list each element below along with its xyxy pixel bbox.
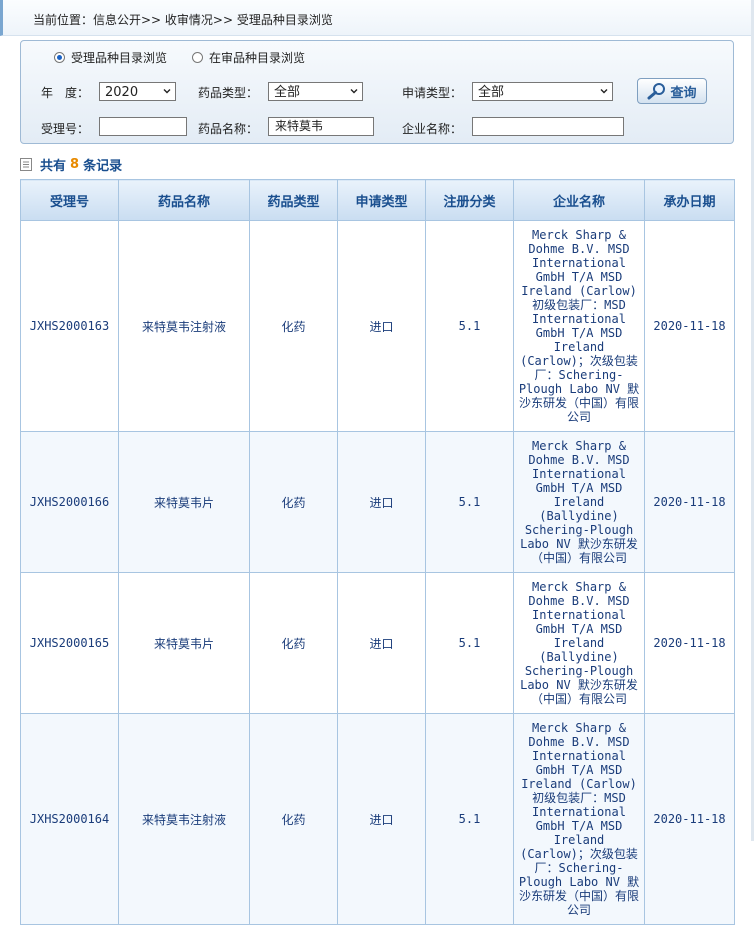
radio-accepted-catalog[interactable]: 受理品种目录浏览 bbox=[54, 49, 167, 66]
radio-selected-icon[interactable] bbox=[54, 52, 65, 63]
drug-name-input[interactable]: 来特莫韦 bbox=[268, 117, 374, 136]
table-row[interactable]: JXHS2000166 来特莫韦片 化药 进口 5.1 Merck Sharp … bbox=[20, 431, 735, 573]
drug-type-label: 药品类型： bbox=[198, 86, 259, 100]
year-select[interactable]: 2020 bbox=[99, 82, 176, 101]
drug-name-input-value: 来特莫韦 bbox=[275, 119, 324, 133]
cell-reg-class: 5.1 bbox=[425, 713, 514, 925]
cell-accept-no[interactable]: JXHS2000165 bbox=[20, 572, 119, 714]
cell-apply-type: 进口 bbox=[337, 572, 426, 714]
cell-apply-type: 进口 bbox=[337, 713, 426, 925]
cell-apply-type: 进口 bbox=[337, 431, 426, 573]
radio-reviewing-catalog[interactable]: 在审品种目录浏览 bbox=[192, 49, 305, 66]
header-drug-name[interactable]: 药品名称 bbox=[118, 179, 250, 221]
record-count: 共有 8 条记录 bbox=[20, 155, 122, 174]
table-header-row: 受理号 药品名称 药品类型 申请类型 注册分类 企业名称 承办日期 bbox=[20, 179, 735, 221]
query-button[interactable]: 查询 bbox=[637, 78, 707, 104]
record-count-suffix: 条记录 bbox=[83, 159, 123, 174]
cell-drug-name: 来特莫韦注射液 bbox=[118, 220, 250, 432]
company-label: 企业名称： bbox=[402, 122, 463, 136]
table-row[interactable]: JXHS2000165 来特莫韦片 化药 进口 5.1 Merck Sharp … bbox=[20, 572, 735, 714]
cell-reg-class: 5.1 bbox=[425, 572, 514, 714]
cell-date: 2020-11-18 bbox=[644, 572, 735, 714]
record-count-prefix: 共有 bbox=[40, 159, 67, 174]
cell-apply-type: 进口 bbox=[337, 220, 426, 432]
apply-type-select[interactable]: 全部 bbox=[472, 82, 613, 101]
cell-company: Merck Sharp & Dohme B.V. MSD Internation… bbox=[513, 713, 645, 925]
cell-company: Merck Sharp & Dohme B.V. MSD Internation… bbox=[513, 572, 645, 714]
cell-reg-class: 5.1 bbox=[425, 220, 514, 432]
cell-drug-name: 来特莫韦片 bbox=[118, 572, 250, 714]
header-date[interactable]: 承办日期 bbox=[644, 179, 735, 221]
table-row[interactable]: JXHS2000164 来特莫韦注射液 化药 进口 5.1 Merck Shar… bbox=[20, 713, 735, 925]
header-accept-no[interactable]: 受理号 bbox=[20, 179, 119, 221]
apply-type-label: 申请类型： bbox=[402, 86, 463, 100]
cell-drug-type: 化药 bbox=[249, 220, 338, 432]
cell-date: 2020-11-18 bbox=[644, 431, 735, 573]
radio-unselected-icon[interactable] bbox=[192, 52, 203, 63]
cell-date: 2020-11-18 bbox=[644, 220, 735, 432]
header-drug-type[interactable]: 药品类型 bbox=[249, 179, 338, 221]
chevron-down-icon bbox=[350, 89, 358, 94]
header-apply-type[interactable]: 申请类型 bbox=[337, 179, 426, 221]
cell-accept-no[interactable]: JXHS2000164 bbox=[20, 713, 119, 925]
cell-drug-type: 化药 bbox=[249, 431, 338, 573]
list-icon bbox=[20, 158, 32, 171]
search-panel: 受理品种目录浏览 在审品种目录浏览 年 度： 2020 药品类型： 全部 申请类… bbox=[20, 40, 734, 144]
apply-type-select-value: 全部 bbox=[478, 85, 505, 100]
accept-no-label: 受理号： bbox=[41, 122, 90, 136]
cell-drug-type: 化药 bbox=[249, 572, 338, 714]
cell-drug-type: 化药 bbox=[249, 713, 338, 925]
radio-accepted-label: 受理品种目录浏览 bbox=[71, 51, 168, 65]
company-input[interactable] bbox=[472, 117, 624, 136]
year-label: 年 度： bbox=[41, 86, 90, 100]
chevron-down-icon bbox=[600, 89, 608, 94]
cell-reg-class: 5.1 bbox=[425, 431, 514, 573]
cell-drug-name: 来特莫韦注射液 bbox=[118, 713, 250, 925]
header-reg-class[interactable]: 注册分类 bbox=[425, 179, 514, 221]
magnifier-icon bbox=[647, 83, 666, 100]
header-company[interactable]: 企业名称 bbox=[513, 179, 645, 221]
year-select-value: 2020 bbox=[105, 85, 139, 100]
results-table: 受理号 药品名称 药品类型 申请类型 注册分类 企业名称 承办日期 JXHS20… bbox=[20, 179, 735, 925]
radio-reviewing-label: 在审品种目录浏览 bbox=[209, 51, 306, 65]
cell-date: 2020-11-18 bbox=[644, 713, 735, 925]
drug-type-select[interactable]: 全部 bbox=[268, 82, 363, 101]
cell-company: Merck Sharp & Dohme B.V. MSD Internation… bbox=[513, 431, 645, 573]
drug-type-select-value: 全部 bbox=[274, 85, 301, 100]
cell-drug-name: 来特莫韦片 bbox=[118, 431, 250, 573]
table-row[interactable]: JXHS2000163 来特莫韦注射液 化药 进口 5.1 Merck Shar… bbox=[20, 220, 735, 432]
record-count-number: 8 bbox=[70, 157, 80, 172]
cell-company: Merck Sharp & Dohme B.V. MSD Internation… bbox=[513, 220, 645, 432]
drug-name-label: 药品名称： bbox=[198, 122, 259, 136]
breadcrumb: 当前位置：信息公开>> 收审情况>> 受理品种目录浏览 bbox=[0, 0, 751, 36]
query-button-label: 查询 bbox=[670, 85, 697, 101]
breadcrumb-text: 当前位置：信息公开>> 收审情况>> 受理品种目录浏览 bbox=[33, 13, 333, 27]
chevron-down-icon bbox=[163, 89, 171, 94]
accept-no-input[interactable] bbox=[99, 117, 187, 136]
cell-accept-no[interactable]: JXHS2000166 bbox=[20, 431, 119, 573]
cell-accept-no[interactable]: JXHS2000163 bbox=[20, 220, 119, 432]
